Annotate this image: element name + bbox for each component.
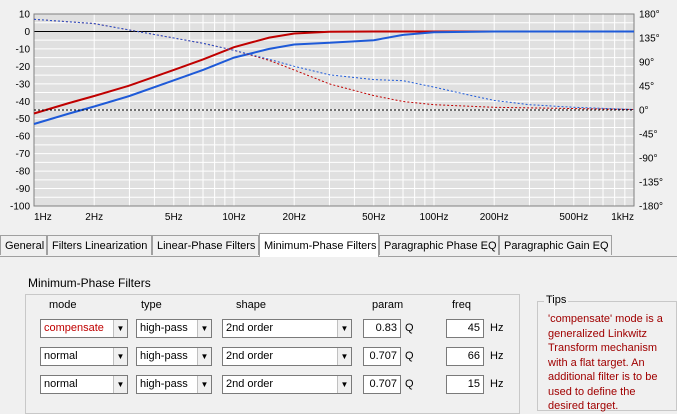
freq-unit: Hz bbox=[490, 322, 504, 334]
y-tick-label: -70 bbox=[16, 149, 31, 160]
type-select-1[interactable]: high-pass ▼ bbox=[136, 319, 212, 338]
x-tick-label: 10Hz bbox=[222, 212, 245, 223]
tip-line: desired target. bbox=[548, 400, 619, 412]
x-tick-label: 20Hz bbox=[283, 212, 306, 223]
tip-line: generalized Linkwitz bbox=[548, 327, 648, 340]
chevron-down-icon[interactable]: ▼ bbox=[113, 320, 127, 337]
y2-tick-label: 45° bbox=[639, 82, 654, 93]
header-type: type bbox=[141, 299, 162, 311]
x-tick-label: 500Hz bbox=[559, 212, 588, 223]
tab-general[interactable]: General bbox=[0, 235, 47, 255]
chevron-down-icon[interactable]: ▼ bbox=[197, 320, 211, 337]
param-unit: Q bbox=[405, 350, 414, 362]
type-select-3[interactable]: high-pass ▼ bbox=[136, 375, 212, 394]
tips-text: 'compensate' mode is a generalized Linkw… bbox=[548, 312, 676, 414]
y2-tick-label: 135° bbox=[639, 34, 660, 45]
mode-select-2[interactable]: normal ▼ bbox=[40, 347, 128, 366]
x-tick-label: 1kHz bbox=[611, 212, 634, 223]
y-tick-label: 0 bbox=[24, 27, 30, 38]
x-tick-label: 200Hz bbox=[480, 212, 509, 223]
chevron-down-icon[interactable]: ▼ bbox=[113, 348, 127, 365]
y-tick-label: -10 bbox=[16, 44, 31, 55]
freq-unit: Hz bbox=[490, 378, 504, 390]
y-tick-label: -30 bbox=[16, 79, 31, 90]
tab-filters-linearization[interactable]: Filters Linearization bbox=[47, 235, 152, 255]
x-tick-label: 50Hz bbox=[362, 212, 385, 223]
x-tick-label: 1Hz bbox=[34, 212, 52, 223]
mode-select-1[interactable]: compensate ▼ bbox=[40, 319, 128, 338]
tips-title: Tips bbox=[544, 294, 569, 306]
header-freq: freq bbox=[452, 299, 471, 311]
mode-value: normal bbox=[44, 378, 78, 390]
frequency-response-chart: 10 0 -10 -20 -30 -40 -50 -60 -70 -80 -90 -100 180° 13… bbox=[10, 10, 663, 224]
chevron-down-icon[interactable]: ▼ bbox=[197, 376, 211, 393]
shape-value: 2nd order bbox=[226, 322, 274, 334]
shape-select-1[interactable]: 2nd order ▼ bbox=[222, 319, 352, 338]
y-tick-label: -20 bbox=[16, 62, 31, 73]
type-value: high-pass bbox=[140, 378, 188, 390]
y2-tick-label: 90° bbox=[639, 58, 654, 69]
freq-unit: Hz bbox=[490, 350, 504, 362]
section-title: Minimum-Phase Filters bbox=[28, 276, 151, 290]
param-unit: Q bbox=[405, 322, 414, 334]
y2-tick-label: -180° bbox=[639, 202, 663, 213]
chevron-down-icon[interactable]: ▼ bbox=[337, 348, 351, 365]
y-tick-label: -50 bbox=[16, 114, 31, 125]
freq-input-2[interactable]: 66 bbox=[446, 347, 484, 366]
x-tick-label: 2Hz bbox=[85, 212, 103, 223]
mode-value: normal bbox=[44, 350, 78, 362]
y-tick-label: 10 bbox=[19, 10, 31, 21]
shape-value: 2nd order bbox=[226, 350, 274, 362]
shape-select-2[interactable]: 2nd order ▼ bbox=[222, 347, 352, 366]
param-input-3[interactable]: 0.707 bbox=[363, 375, 401, 394]
tab-paragraphic-phase-eq[interactable]: Paragraphic Phase EQ bbox=[379, 235, 499, 255]
tip-line: Transform mechanism bbox=[548, 342, 658, 354]
x-tick-label: 100Hz bbox=[420, 212, 449, 223]
freq-input-3[interactable]: 15 bbox=[446, 375, 484, 394]
y-tick-label: -80 bbox=[16, 167, 31, 178]
tab-minimum-phase-filters[interactable]: Minimum-Phase Filters bbox=[259, 233, 379, 257]
y-tick-label: -60 bbox=[16, 132, 31, 143]
param-unit: Q bbox=[405, 378, 414, 390]
header-mode: mode bbox=[49, 299, 77, 311]
chevron-down-icon[interactable]: ▼ bbox=[337, 320, 351, 337]
tab-bar: General Filters Linearization Linear-Pha… bbox=[0, 233, 677, 257]
header-param: param bbox=[372, 299, 404, 311]
y-tick-label: -90 bbox=[16, 184, 31, 195]
y2-tick-label: 0° bbox=[639, 106, 649, 117]
tip-line: additional filter is to be bbox=[548, 371, 658, 383]
y2-tick-label: -90° bbox=[639, 154, 657, 165]
tip-line: used to define the bbox=[548, 385, 636, 398]
type-value: high-pass bbox=[140, 322, 188, 334]
y-tick-label: -100 bbox=[10, 202, 30, 213]
mode-value: compensate bbox=[44, 322, 104, 334]
shape-select-3[interactable]: 2nd order ▼ bbox=[222, 375, 352, 394]
header-shape: shape bbox=[236, 299, 266, 311]
shape-value: 2nd order bbox=[226, 378, 274, 390]
y2-tick-label: 180° bbox=[639, 10, 660, 21]
tip-line: with a flat target. An bbox=[548, 356, 645, 369]
tab-linear-phase-filters[interactable]: Linear-Phase Filters bbox=[152, 235, 259, 255]
param-input-2[interactable]: 0.707 bbox=[363, 347, 401, 366]
chevron-down-icon[interactable]: ▼ bbox=[197, 348, 211, 365]
type-value: high-pass bbox=[140, 350, 188, 362]
y2-tick-label: -135° bbox=[639, 178, 663, 189]
mode-select-3[interactable]: normal ▼ bbox=[40, 375, 128, 394]
y2-tick-label: -45° bbox=[639, 130, 657, 141]
chevron-down-icon[interactable]: ▼ bbox=[337, 376, 351, 393]
chevron-down-icon[interactable]: ▼ bbox=[113, 376, 127, 393]
param-input-1[interactable]: 0.83 bbox=[363, 319, 401, 338]
x-tick-label: 5Hz bbox=[165, 212, 183, 223]
type-select-2[interactable]: high-pass ▼ bbox=[136, 347, 212, 366]
tip-line: 'compensate' mode is a bbox=[548, 313, 663, 325]
freq-input-1[interactable]: 45 bbox=[446, 319, 484, 338]
y-tick-label: -40 bbox=[16, 97, 31, 108]
tab-paragraphic-gain-eq[interactable]: Paragraphic Gain EQ bbox=[499, 235, 612, 255]
